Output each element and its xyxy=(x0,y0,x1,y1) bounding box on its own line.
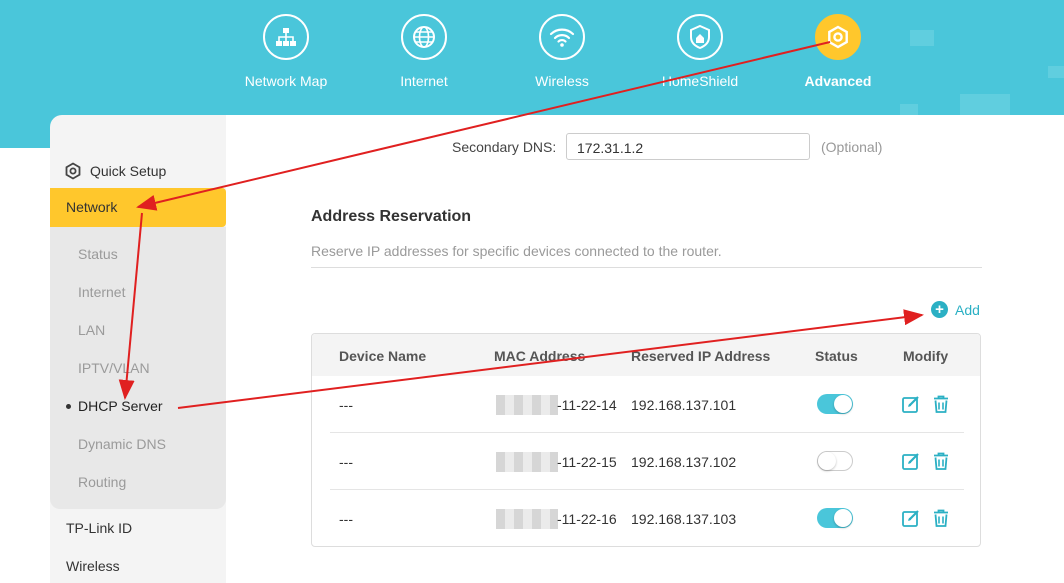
globe-icon xyxy=(401,14,447,60)
column-header-status: Status xyxy=(815,348,858,364)
table-cell-device-name: --- xyxy=(339,397,353,413)
sidebar-item-quick-setup[interactable]: Quick Setup xyxy=(50,160,226,182)
sidebar-subitem-internet[interactable]: Internet xyxy=(78,284,125,300)
sidebar-item-tp-link-id[interactable]: TP-Link ID xyxy=(66,520,132,536)
sidebar-item-network[interactable]: Network xyxy=(50,188,226,227)
edit-icon[interactable] xyxy=(901,451,921,471)
mac-redaction xyxy=(496,452,558,472)
row-divider xyxy=(330,489,964,490)
status-toggle[interactable] xyxy=(817,394,853,414)
sidebar-subitem-status[interactable]: Status xyxy=(78,246,118,262)
homeshield-icon xyxy=(677,14,723,60)
sidebar-item-wireless[interactable]: Wireless xyxy=(66,558,120,574)
delete-icon[interactable] xyxy=(931,451,951,471)
sidebar-subitem-dhcp-server[interactable]: DHCP Server xyxy=(78,398,163,414)
table-cell-mac-address: -11-22-16 xyxy=(557,511,617,527)
section-divider xyxy=(311,267,982,268)
sidebar-subitem-routing[interactable]: Routing xyxy=(78,474,126,490)
nav-homeshield[interactable]: HomeShield xyxy=(645,14,755,89)
wifi-icon xyxy=(539,14,585,60)
plus-circle-icon: + xyxy=(931,301,948,318)
mac-redaction xyxy=(496,509,558,529)
table-cell-device-name: --- xyxy=(339,511,353,527)
nav-label: HomeShield xyxy=(661,73,739,89)
nav-label: Advanced xyxy=(804,73,872,89)
nav-network-map[interactable]: Network Map xyxy=(231,14,341,89)
sidebar-subitem-dynamic-dns[interactable]: Dynamic DNS xyxy=(78,436,166,452)
quick-setup-gear-icon xyxy=(65,162,81,180)
add-label: Add xyxy=(955,301,980,318)
advanced-gear-icon xyxy=(815,14,861,60)
table-cell-mac-address: -11-22-14 xyxy=(557,397,617,413)
table-cell-mac-address: -11-22-15 xyxy=(557,454,617,470)
mac-redaction xyxy=(496,395,558,415)
nav-advanced[interactable]: Advanced xyxy=(783,14,893,89)
toggle-knob xyxy=(834,509,852,527)
delete-icon[interactable] xyxy=(931,508,951,528)
header-decoration xyxy=(910,30,934,46)
nav-label: Wireless xyxy=(535,73,589,89)
delete-icon[interactable] xyxy=(931,394,951,414)
nav-internet[interactable]: Internet xyxy=(369,14,479,89)
section-title: Address Reservation xyxy=(311,208,472,225)
header-decoration xyxy=(960,94,1010,116)
optional-hint: (Optional) xyxy=(821,139,883,155)
column-header-mac-address: MAC Address xyxy=(494,348,586,364)
column-header-device-name: Device Name xyxy=(339,348,427,364)
edit-icon[interactable] xyxy=(901,394,921,414)
table-cell-reserved-ip: 192.168.137.102 xyxy=(631,454,737,470)
nav-label: Internet xyxy=(400,73,448,89)
header-decoration xyxy=(1048,66,1064,78)
table-cell-reserved-ip: 192.168.137.103 xyxy=(631,511,737,527)
table-cell-device-name: --- xyxy=(339,454,353,470)
active-indicator-dot xyxy=(66,404,71,409)
sidebar-item-label: Quick Setup xyxy=(90,163,167,179)
column-header-reserved-ip: Reserved IP Address xyxy=(631,348,771,364)
network-map-icon xyxy=(263,14,309,60)
row-divider xyxy=(330,432,964,433)
secondary-dns-input[interactable]: 172.31.1.2 xyxy=(566,133,810,160)
section-description: Reserve IP addresses for specific device… xyxy=(311,243,722,259)
toggle-knob xyxy=(818,452,836,470)
status-toggle[interactable] xyxy=(817,508,853,528)
column-header-modify: Modify xyxy=(903,348,949,364)
nav-wireless[interactable]: Wireless xyxy=(507,14,617,89)
status-toggle[interactable] xyxy=(817,451,853,471)
toggle-knob xyxy=(834,395,852,413)
edit-icon[interactable] xyxy=(901,508,921,528)
table-cell-reserved-ip: 192.168.137.101 xyxy=(631,397,737,413)
nav-label: Network Map xyxy=(244,73,328,89)
sidebar-subitem-iptv-vlan[interactable]: IPTV/VLAN xyxy=(78,360,150,376)
add-button[interactable]: + Add xyxy=(931,301,980,318)
secondary-dns-label: Secondary DNS: xyxy=(452,139,557,155)
sidebar-subitem-lan[interactable]: LAN xyxy=(78,322,105,338)
